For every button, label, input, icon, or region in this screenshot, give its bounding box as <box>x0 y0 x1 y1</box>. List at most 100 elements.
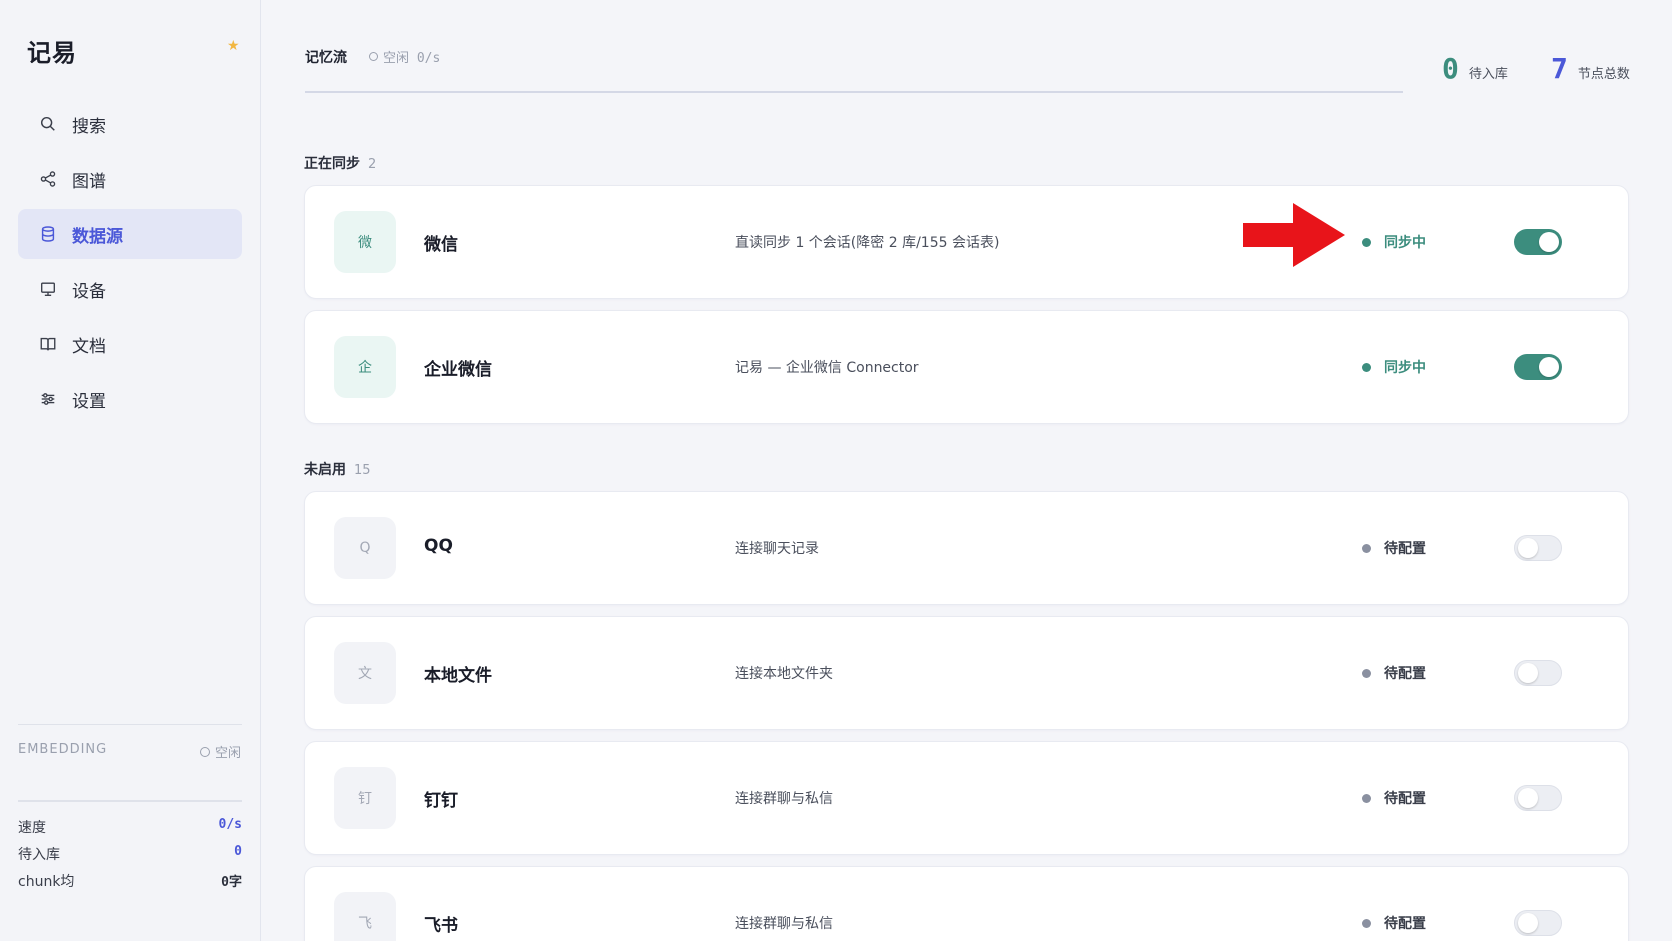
source-description: 连接群聊与私信 <box>735 791 833 807</box>
source-card-feishu[interactable]: 飞 飞书 连接群聊与私信 待配置 <box>304 866 1629 941</box>
status-badge: 同步中 <box>1362 232 1426 252</box>
feishu-icon: 飞 <box>334 892 396 941</box>
stat-value: 0/s <box>218 817 242 832</box>
source-description: 连接聊天记录 <box>735 541 819 557</box>
status-badge: 待配置 <box>1362 913 1426 933</box>
source-name: 企业微信 <box>424 360 492 380</box>
counter-nodes: 7 节点总数 <box>1551 52 1630 85</box>
sidebar-item-settings[interactable]: 设置 <box>18 374 242 424</box>
stat-chunk-avg: chunk均 0字 <box>18 871 242 898</box>
status-dot-icon <box>1362 543 1371 553</box>
idle-ring-icon <box>199 746 210 757</box>
wechat-icon: 微 <box>334 211 396 273</box>
stream-status: 空闲 0/s <box>369 47 440 66</box>
wecom-icon: 企 <box>334 336 396 398</box>
source-name: QQ <box>424 536 453 556</box>
sidebar-item-label: 搜索 <box>72 116 106 137</box>
status-text: 待配置 <box>1384 916 1426 932</box>
source-description: 直读同步 1 个会话(降密 2 库/155 会话表) <box>735 235 1000 251</box>
stream-status-text: 空闲 0/s <box>383 51 441 66</box>
toggle-knob <box>1539 232 1559 252</box>
status-text: 同步中 <box>1384 360 1426 376</box>
sidebar: 记易 ★ 搜索 图谱 数据源 设备 文档 设置 EMBEDDING 空闲 速度 … <box>0 0 261 941</box>
source-card-wecom[interactable]: 企 企业微信 记易 — 企业微信 Connector 同步中 <box>304 310 1629 424</box>
qq-icon: Q <box>334 517 396 579</box>
embedding-status: 空闲 <box>199 742 241 761</box>
stat-label: 待入库 <box>18 847 60 863</box>
status-text: 同步中 <box>1384 235 1426 251</box>
status-dot-icon <box>1362 918 1371 928</box>
monitor-icon <box>38 279 58 299</box>
source-toggle[interactable] <box>1514 535 1562 561</box>
toggle-knob <box>1539 357 1559 377</box>
sidebar-item-search[interactable]: 搜索 <box>18 99 242 149</box>
sidebar-item-label: 文档 <box>72 336 106 357</box>
source-description: 记易 — 企业微信 Connector <box>735 360 919 376</box>
source-card-qq[interactable]: Q QQ 连接聊天记录 待配置 <box>304 491 1629 605</box>
embedding-status-text: 空闲 <box>214 746 241 761</box>
sliders-icon <box>38 389 58 409</box>
source-card-dingtalk[interactable]: 钉 钉钉 连接群聊与私信 待配置 <box>304 741 1629 855</box>
star-icon[interactable]: ★ <box>227 38 240 54</box>
status-badge: 待配置 <box>1362 663 1426 683</box>
stat-value: 0字 <box>221 875 242 890</box>
file-icon: 文 <box>334 642 396 704</box>
sidebar-item-graph[interactable]: 图谱 <box>18 154 242 204</box>
status-dot-icon <box>1362 668 1371 678</box>
stat-label: chunk均 <box>18 874 75 890</box>
source-card-local-files[interactable]: 文 本地文件 连接本地文件夹 待配置 <box>304 616 1629 730</box>
embedding-stats: 速度 0/s 待入库 0 chunk均 0字 <box>18 817 242 898</box>
section-count: 15 <box>354 463 371 478</box>
source-toggle[interactable] <box>1514 910 1562 936</box>
status-text: 待配置 <box>1384 666 1426 682</box>
source-toggle[interactable] <box>1514 354 1562 380</box>
status-badge: 同步中 <box>1362 357 1426 377</box>
book-icon <box>38 334 58 354</box>
source-description: 连接本地文件夹 <box>735 666 833 682</box>
status-dot-icon <box>1362 237 1371 247</box>
counter-label: 待入库 <box>1468 67 1508 82</box>
stat-value: 0 <box>234 844 242 859</box>
toggle-knob <box>1518 663 1538 683</box>
sidebar-item-docs[interactable]: 文档 <box>18 319 242 369</box>
source-name: 本地文件 <box>424 666 492 686</box>
divider <box>18 724 242 725</box>
toggle-knob <box>1518 788 1538 808</box>
stat-pending: 待入库 0 <box>18 844 242 871</box>
stat-label: 速度 <box>18 820 46 836</box>
divider <box>18 800 242 802</box>
source-toggle[interactable] <box>1514 660 1562 686</box>
status-dot-icon <box>1362 362 1371 372</box>
status-badge: 待配置 <box>1362 788 1426 808</box>
section-label: 未启用 <box>304 462 346 478</box>
embedding-label: EMBEDDING <box>18 742 108 757</box>
toggle-knob <box>1518 913 1538 933</box>
sidebar-nav: 搜索 图谱 数据源 设备 文档 设置 <box>18 99 242 429</box>
source-name: 飞书 <box>424 916 458 936</box>
tab-underline <box>305 91 1403 93</box>
section-label: 正在同步 <box>304 156 360 172</box>
source-card-wechat[interactable]: 微 微信 直读同步 1 个会话(降密 2 库/155 会话表) 同步中 <box>304 185 1629 299</box>
sidebar-item-devices[interactable]: 设备 <box>18 264 242 314</box>
section-count: 2 <box>368 157 377 172</box>
sidebar-item-label: 数据源 <box>72 226 123 247</box>
status-badge: 待配置 <box>1362 538 1426 558</box>
brand-logo[interactable]: 记易 <box>27 33 77 68</box>
tab-memory-stream[interactable]: 记忆流 <box>305 47 347 67</box>
source-toggle[interactable] <box>1514 785 1562 811</box>
status-dot-icon <box>1362 793 1371 803</box>
share-graph-icon <box>38 169 58 189</box>
red-arrow-icon <box>1243 203 1345 267</box>
counter-value: 7 <box>1551 52 1568 85</box>
source-toggle[interactable] <box>1514 229 1562 255</box>
counter-pending: 0 待入库 <box>1442 52 1508 85</box>
search-icon <box>38 114 58 134</box>
main-content: 记忆流 空闲 0/s 0 待入库 7 节点总数 正在同步 2 微 微信 直读同步 … <box>261 0 1672 941</box>
sidebar-item-label: 设备 <box>72 281 106 302</box>
counter-label: 节点总数 <box>1577 67 1630 82</box>
sidebar-item-datasource[interactable]: 数据源 <box>18 209 242 259</box>
counter-value: 0 <box>1442 52 1459 85</box>
source-name: 钉钉 <box>424 791 458 811</box>
sidebar-item-label: 图谱 <box>72 171 106 192</box>
status-text: 待配置 <box>1384 541 1426 557</box>
